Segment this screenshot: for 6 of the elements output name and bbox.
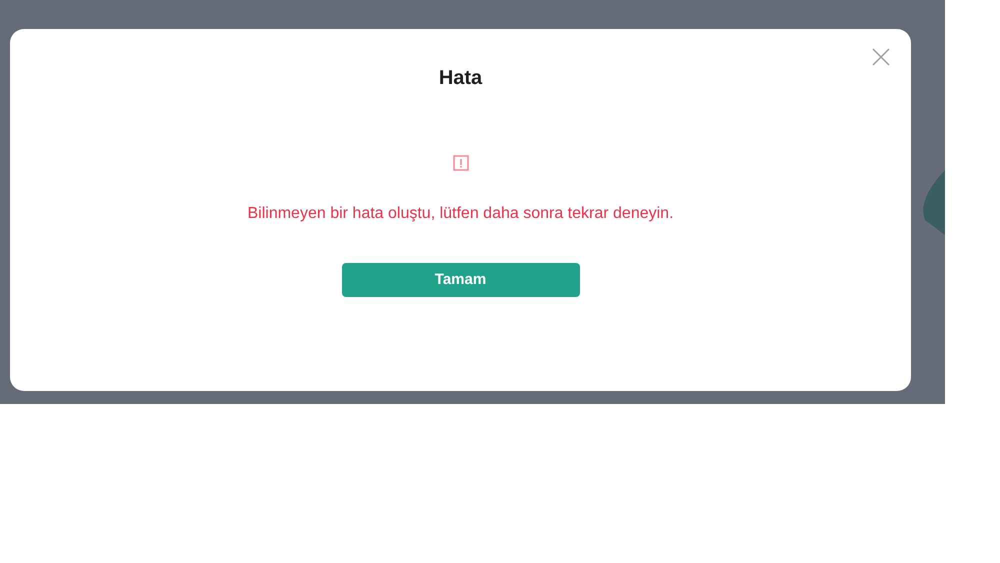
close-button[interactable] [872, 48, 890, 66]
dialog-title: Hata [438, 66, 482, 91]
error-message: Bilinmeyen bir hata oluştu, lütfen daha sonra tekrar deneyin. [247, 204, 674, 224]
ok-button[interactable]: Tamam [342, 263, 580, 297]
warning-icon [452, 155, 468, 171]
close-icon [872, 48, 890, 66]
